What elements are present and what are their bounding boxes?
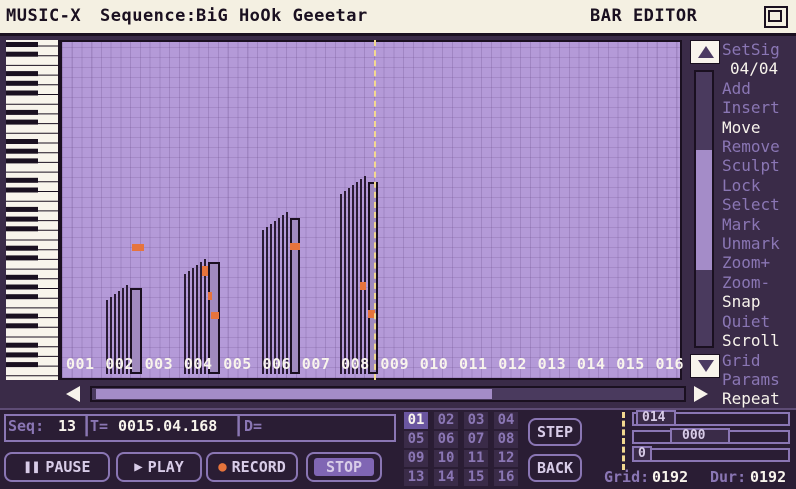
back-button[interactable]: BACK: [528, 454, 582, 482]
bar-number: 014: [576, 355, 606, 373]
track-08[interactable]: 08: [494, 431, 518, 448]
app-name: MUSIC-X: [6, 6, 82, 26]
command-snap[interactable]: Snap: [722, 292, 796, 311]
bar-number: 015: [616, 355, 645, 373]
editor-mode-title: BAR EDITOR: [590, 6, 698, 26]
track-14[interactable]: 14: [434, 469, 458, 486]
track-06[interactable]: 06: [434, 431, 458, 448]
command-remove[interactable]: Remove: [722, 137, 796, 156]
sequence-name: BiG HoOk Geeetar: [196, 6, 368, 26]
track-05[interactable]: 05: [404, 431, 428, 448]
time-signature-value: 04/04: [730, 59, 779, 79]
play-icon: ▶: [134, 459, 143, 475]
scroll-left-arrow-icon[interactable]: [64, 384, 88, 404]
time-label: T=: [90, 417, 109, 435]
piano-keys-graphic: [6, 42, 60, 377]
scroll-up-arrow-icon[interactable]: [690, 40, 720, 64]
horizontal-scroll-thumb[interactable]: [96, 389, 492, 399]
depth-gadget-icon[interactable]: [764, 6, 788, 28]
command-add[interactable]: Add: [722, 79, 796, 98]
bar-number: 004: [183, 355, 213, 373]
command-sculpt[interactable]: Sculpt: [722, 156, 796, 175]
track-10[interactable]: 10: [434, 450, 458, 467]
slider-3[interactable]: [632, 448, 790, 462]
command-zoomplus[interactable]: Zoom+: [722, 253, 796, 272]
slider-3-value: 0: [638, 446, 646, 461]
bar-number: 010: [419, 355, 449, 373]
sequence-label: Sequence:: [100, 6, 197, 26]
title-bar: MUSIC-X Sequence: BiG HoOk Geeetar BAR E…: [0, 0, 796, 36]
track-selector: 01 02 03 04 05 06 07 08 09 10 11 12 13 14 15 16: [404, 412, 522, 489]
setsig-command[interactable]: SetSig: [722, 40, 796, 59]
record-button[interactable]: ● RECORD: [206, 452, 298, 482]
slider-2-value: 000: [682, 428, 706, 443]
record-label: RECORD: [231, 458, 286, 476]
bar-number: 013: [537, 355, 567, 373]
bar-number: 009: [380, 355, 409, 373]
slider-1-value: 014: [642, 410, 666, 425]
bar-number: 003: [144, 355, 174, 373]
command-zoomminus[interactable]: Zoom-: [722, 273, 796, 292]
grid-value[interactable]: 0192: [652, 468, 688, 486]
play-button[interactable]: ▶ PLAY: [116, 452, 202, 482]
duration-label: D=: [244, 417, 263, 435]
step-button[interactable]: STEP: [528, 418, 582, 446]
track-04[interactable]: 04: [494, 412, 518, 429]
bar-number: 011: [459, 355, 488, 373]
scroll-down-arrow-icon[interactable]: [690, 354, 720, 378]
vertical-scroll-thumb[interactable]: [696, 150, 712, 270]
command-params[interactable]: Params: [722, 370, 796, 389]
track-12[interactable]: 12: [494, 450, 518, 467]
track-09[interactable]: 09: [404, 450, 428, 467]
dur-value[interactable]: 0192: [750, 468, 786, 486]
bar-number: 007: [301, 355, 331, 373]
seq-value: 13: [58, 417, 77, 435]
command-mark[interactable]: Mark: [722, 215, 796, 234]
command-quiet[interactable]: Quiet: [722, 312, 796, 331]
music-x-screen: MUSIC-X Sequence: BiG HoOk Geeetar BAR E…: [0, 0, 796, 489]
track-03[interactable]: 03: [464, 412, 488, 429]
bar-editor-grid[interactable]: [60, 40, 682, 380]
command-scroll[interactable]: Scroll: [722, 331, 796, 350]
record-icon: ●: [218, 459, 227, 475]
command-insert[interactable]: Insert: [722, 98, 796, 117]
command-repeat[interactable]: Repeat: [722, 389, 796, 408]
play-label: PLAY: [147, 458, 184, 476]
command-move[interactable]: Move: [722, 118, 796, 137]
stop-button[interactable]: STOP: [306, 452, 382, 482]
track-15[interactable]: 15: [464, 469, 488, 486]
stop-label: STOP: [325, 458, 363, 476]
playhead-marker: [374, 40, 376, 380]
position-marker: [622, 412, 625, 470]
pause-button[interactable]: ❚❚ PAUSE: [4, 452, 110, 482]
bar-number: 002: [105, 355, 134, 373]
command-select[interactable]: Select: [722, 195, 796, 214]
seq-label: Seq:: [8, 417, 45, 435]
track-13[interactable]: 13: [404, 469, 428, 486]
pause-icon: ❚❚: [23, 459, 41, 475]
bar-number: 012: [498, 355, 527, 373]
track-01[interactable]: 01: [404, 412, 428, 429]
bar-number: 016: [655, 355, 685, 373]
bar-number: 006: [262, 355, 292, 373]
track-07[interactable]: 07: [464, 431, 488, 448]
piano-keyboard[interactable]: [6, 40, 60, 380]
bar-number: 008: [341, 355, 370, 373]
command-menu: SetSig 04/04 Add Insert Move Remove Sculpt Lo…: [722, 40, 796, 409]
track-16[interactable]: 16: [494, 469, 518, 486]
scroll-right-arrow-icon[interactable]: [688, 384, 712, 404]
command-grid[interactable]: Grid: [722, 351, 796, 370]
bar-number: 005: [223, 355, 252, 373]
bar-number: 001: [66, 355, 95, 373]
time-value: 0015.04.168: [118, 417, 218, 435]
dur-label: Dur:: [710, 468, 747, 486]
pause-label: PAUSE: [45, 458, 91, 476]
step-label: STEP: [536, 423, 574, 441]
command-unmark[interactable]: Unmark: [722, 234, 796, 253]
back-label: BACK: [536, 459, 574, 477]
track-02[interactable]: 02: [434, 412, 458, 429]
track-11[interactable]: 11: [464, 450, 488, 467]
grid-label: Grid:: [604, 468, 650, 486]
command-lock[interactable]: Lock: [722, 176, 796, 195]
